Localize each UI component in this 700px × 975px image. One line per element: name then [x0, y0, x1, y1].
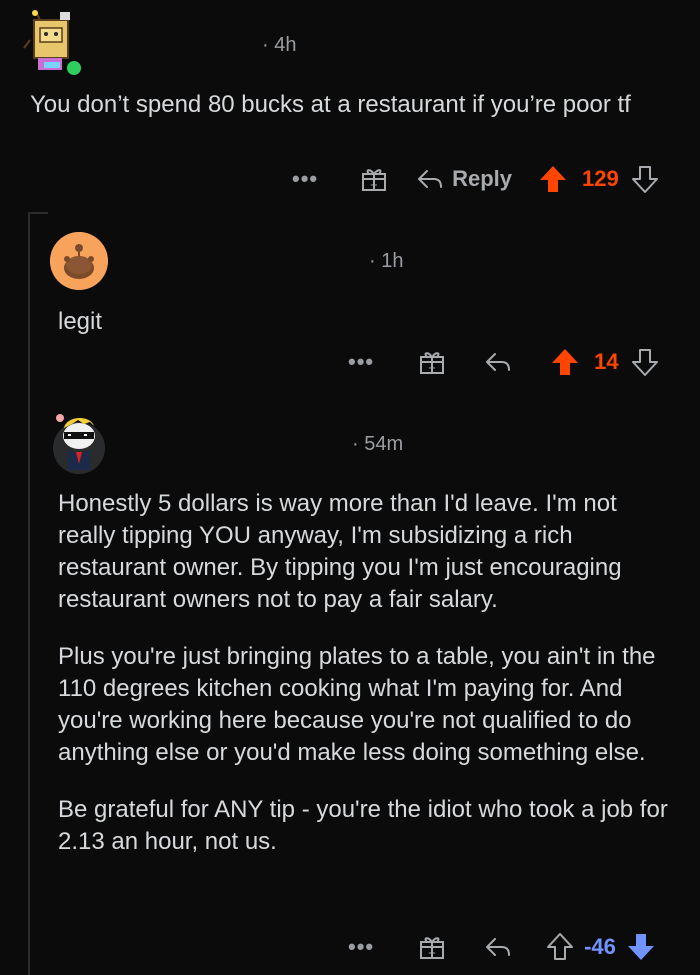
- downvote-arrow-icon[interactable]: [626, 932, 656, 962]
- downvote-arrow-icon[interactable]: [631, 164, 659, 194]
- reply-arrow-icon[interactable]: [484, 935, 512, 959]
- snoo-avatar-icon: [50, 232, 108, 290]
- downvote-arrow-icon[interactable]: [631, 347, 659, 377]
- comment-timestamp: · 1h: [369, 250, 404, 272]
- more-options-icon[interactable]: •••: [292, 166, 318, 192]
- online-status-icon: [64, 58, 84, 78]
- comment-actions: ••• + Reply 129: [292, 159, 659, 199]
- user-avatar[interactable]: [50, 232, 108, 290]
- gift-award-icon[interactable]: +: [418, 348, 446, 376]
- more-options-icon[interactable]: •••: [348, 934, 374, 960]
- vote-score: -46: [584, 934, 616, 959]
- upvote-arrow-icon[interactable]: [550, 347, 580, 377]
- comment-paragraph: Honestly 5 dollars is way more than I'd …: [58, 490, 622, 613]
- more-options-icon[interactable]: •••: [348, 349, 374, 375]
- user-avatar[interactable]: [50, 408, 108, 474]
- thread-line[interactable]: [28, 212, 30, 975]
- comment-paragraph: You don’t spend 80 bucks at a restaurant…: [30, 91, 631, 118]
- comment-actions: ••• + -46: [348, 927, 656, 967]
- reply-arrow-icon[interactable]: [416, 167, 444, 191]
- comment-timestamp: · 54m: [352, 433, 404, 455]
- vote-score: 14: [594, 349, 619, 374]
- comment-body: You don’t spend 80 bucks at a restaurant…: [30, 89, 670, 121]
- svg-text:+: +: [370, 180, 378, 191]
- comment-body: legit: [58, 306, 658, 338]
- svg-text:+: +: [428, 948, 436, 959]
- svg-text:+: +: [428, 363, 436, 374]
- gift-award-icon[interactable]: +: [360, 165, 388, 193]
- comment-paragraph: legit: [58, 308, 103, 335]
- upvote-arrow-icon[interactable]: [538, 164, 568, 194]
- thread-connector: [28, 212, 48, 214]
- comment-paragraph: Plus you're just bringing plates to a ta…: [58, 643, 656, 766]
- gift-award-icon[interactable]: +: [418, 933, 446, 961]
- snoo-sunglasses-avatar-icon: [53, 414, 105, 474]
- reply-button[interactable]: Reply: [452, 166, 512, 192]
- comment-paragraph: Be grateful for ANY tip - you're the idi…: [58, 796, 668, 855]
- vote-score: 129: [582, 166, 619, 191]
- upvote-arrow-icon[interactable]: [546, 932, 574, 962]
- comment-timestamp: · 4h: [262, 34, 297, 56]
- comment-body: Honestly 5 dollars is way more than I'd …: [58, 488, 673, 858]
- reply-arrow-icon[interactable]: [484, 350, 512, 374]
- comment-actions: ••• + 14: [348, 342, 659, 382]
